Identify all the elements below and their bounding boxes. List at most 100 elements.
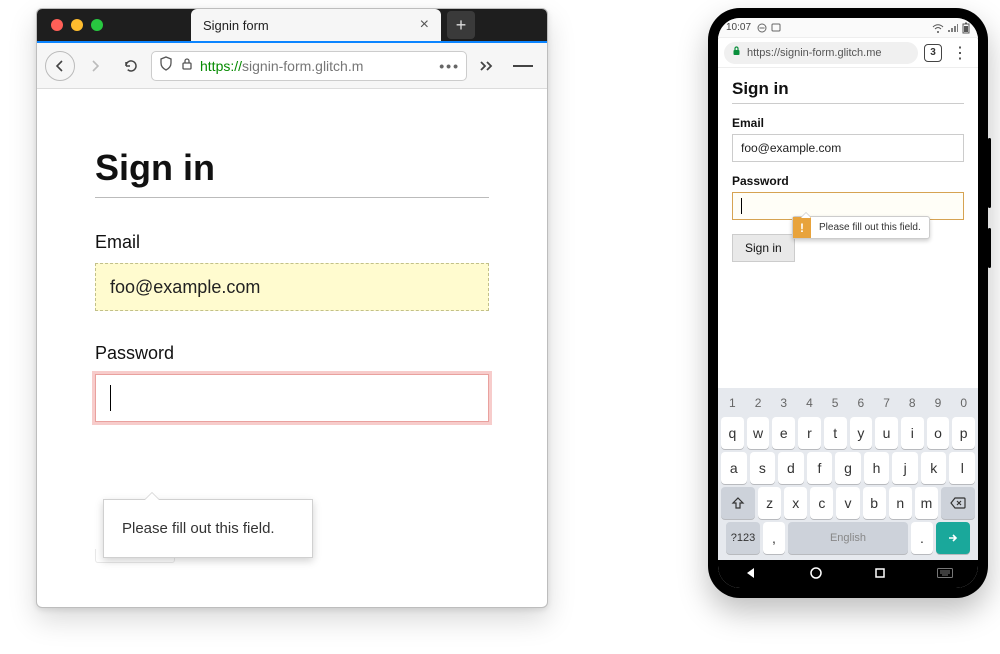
- key-9[interactable]: 9: [927, 392, 950, 414]
- nav-back-button[interactable]: [744, 566, 758, 583]
- mobile-address-bar[interactable]: https://signin-form.glitch.me: [724, 42, 918, 64]
- key-h[interactable]: h: [864, 452, 890, 484]
- mobile-url: https://signin-form.glitch.me: [747, 47, 882, 59]
- tab-title: Signin form: [203, 18, 269, 33]
- key-8[interactable]: 8: [901, 392, 924, 414]
- mobile-page: Sign in Email foo@example.com Password S…: [718, 68, 978, 388]
- battery-icon: [962, 22, 970, 34]
- password-label: Password: [95, 343, 489, 364]
- space-key[interactable]: English: [788, 522, 908, 554]
- key-j[interactable]: j: [892, 452, 918, 484]
- key-1[interactable]: 1: [721, 392, 744, 414]
- nav-recents-button[interactable]: [874, 566, 886, 582]
- key-a[interactable]: a: [721, 452, 747, 484]
- text-caret: [110, 385, 111, 411]
- hamburger-icon: [513, 65, 520, 67]
- tab-bar: Signin form × +: [37, 9, 547, 43]
- key-m[interactable]: m: [915, 487, 938, 519]
- key-l[interactable]: l: [949, 452, 975, 484]
- window-controls: [45, 9, 109, 41]
- enter-icon: [945, 530, 961, 546]
- password-field[interactable]: [95, 374, 489, 422]
- key-u[interactable]: u: [875, 417, 898, 449]
- new-tab-button[interactable]: +: [447, 11, 475, 39]
- key-k[interactable]: k: [921, 452, 947, 484]
- key-7[interactable]: 7: [875, 392, 898, 414]
- key-5[interactable]: 5: [824, 392, 847, 414]
- backspace-key[interactable]: [941, 487, 975, 519]
- email-field[interactable]: foo@example.com: [95, 263, 489, 311]
- cast-icon: [771, 23, 781, 33]
- key-g[interactable]: g: [835, 452, 861, 484]
- browser-toolbar: https://signin-form.glitch.m •••: [37, 43, 547, 89]
- period-key[interactable]: .: [911, 522, 933, 554]
- key-e[interactable]: e: [772, 417, 795, 449]
- chevrons-right-icon: [478, 59, 496, 73]
- status-bar: 10:07: [718, 18, 978, 38]
- key-o[interactable]: o: [927, 417, 950, 449]
- key-i[interactable]: i: [901, 417, 924, 449]
- key-6[interactable]: 6: [850, 392, 873, 414]
- validation-tooltip: Please fill out this field.: [103, 499, 313, 558]
- address-bar[interactable]: https://signin-form.glitch.m •••: [151, 51, 467, 81]
- comma-key[interactable]: ,: [763, 522, 785, 554]
- menu-button[interactable]: ⋮: [948, 43, 972, 63]
- symbols-key[interactable]: ?123: [726, 522, 760, 554]
- key-4[interactable]: 4: [798, 392, 821, 414]
- tab-count-button[interactable]: 3: [924, 44, 942, 62]
- key-w[interactable]: w: [747, 417, 770, 449]
- backspace-icon: [950, 497, 966, 509]
- key-s[interactable]: s: [750, 452, 776, 484]
- key-v[interactable]: v: [836, 487, 859, 519]
- android-nav-bar: [718, 560, 978, 588]
- enter-key[interactable]: [936, 522, 970, 554]
- back-button[interactable]: [45, 51, 75, 81]
- minimize-window-icon[interactable]: [71, 19, 83, 31]
- close-tab-icon[interactable]: ×: [420, 16, 429, 34]
- key-x[interactable]: x: [784, 487, 807, 519]
- signin-button[interactable]: Sign in: [732, 234, 795, 262]
- key-c[interactable]: c: [810, 487, 833, 519]
- key-q[interactable]: q: [721, 417, 744, 449]
- signal-icon: [948, 23, 958, 33]
- key-d[interactable]: d: [778, 452, 804, 484]
- validation-tooltip: ! Please fill out this field.: [792, 216, 930, 239]
- key-z[interactable]: z: [758, 487, 781, 519]
- key-t[interactable]: t: [824, 417, 847, 449]
- key-p[interactable]: p: [952, 417, 975, 449]
- forward-button[interactable]: [79, 50, 111, 82]
- key-f[interactable]: f: [807, 452, 833, 484]
- email-field[interactable]: foo@example.com: [732, 134, 964, 162]
- key-3[interactable]: 3: [772, 392, 795, 414]
- nav-home-button[interactable]: [809, 566, 823, 583]
- divider: [732, 103, 964, 104]
- overflow-button[interactable]: [471, 50, 503, 82]
- email-label: Email: [95, 232, 489, 253]
- shift-key[interactable]: [721, 487, 755, 519]
- key-r[interactable]: r: [798, 417, 821, 449]
- shift-icon: [731, 496, 745, 510]
- browser-tab[interactable]: Signin form ×: [191, 9, 441, 41]
- divider: [95, 197, 489, 198]
- password-label: Password: [732, 174, 964, 188]
- menu-button[interactable]: [507, 50, 539, 82]
- nav-keyboard-button[interactable]: [937, 567, 953, 581]
- phone-frame: 10:07 https://signin-form.glitch.me 3: [708, 8, 988, 598]
- key-2[interactable]: 2: [747, 392, 770, 414]
- page-title: Sign in: [95, 147, 489, 189]
- arrow-right-icon: [87, 58, 103, 74]
- tracking-shield-icon[interactable]: [158, 56, 174, 75]
- key-0[interactable]: 0: [952, 392, 975, 414]
- reload-button[interactable]: [115, 50, 147, 82]
- lock-icon[interactable]: [180, 57, 194, 74]
- validation-message: Please fill out this field.: [811, 217, 929, 238]
- key-y[interactable]: y: [850, 417, 873, 449]
- key-n[interactable]: n: [889, 487, 912, 519]
- desktop-page: Sign in Email foo@example.com Password: [37, 89, 547, 422]
- key-b[interactable]: b: [863, 487, 886, 519]
- page-actions-icon[interactable]: •••: [439, 58, 460, 74]
- phone-screen: 10:07 https://signin-form.glitch.me 3: [718, 18, 978, 588]
- maximize-window-icon[interactable]: [91, 19, 103, 31]
- close-window-icon[interactable]: [51, 19, 63, 31]
- warning-icon: !: [793, 217, 811, 238]
